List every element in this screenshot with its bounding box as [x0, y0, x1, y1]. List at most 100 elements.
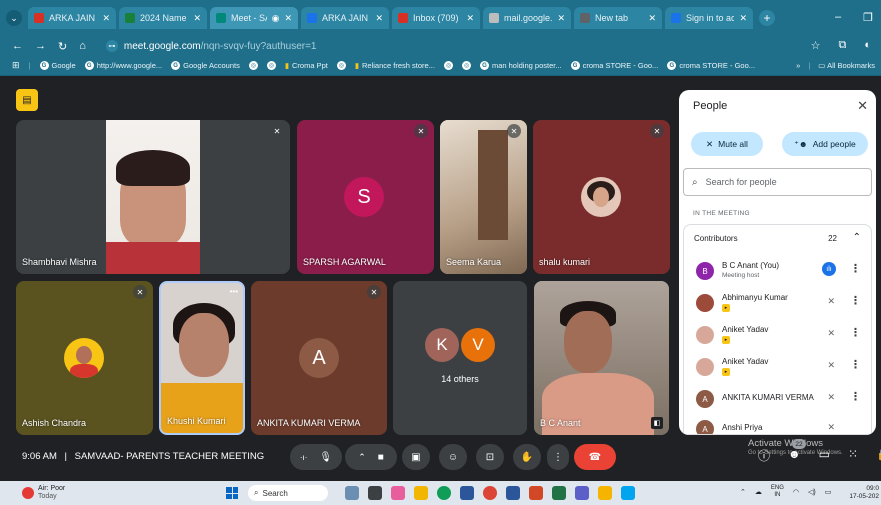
browser-tab-5[interactable]: Inbox (709) - gn ✕ — [392, 7, 480, 29]
more-vert-icon[interactable]: ⋮ — [850, 294, 861, 307]
tab-search-chevron-icon[interactable]: ⌄ — [6, 10, 22, 26]
store-icon[interactable] — [460, 486, 474, 500]
participant-row[interactable]: Abhimanyu Kumar ▸ ✕ ⋮ — [684, 287, 871, 317]
add-people-button[interactable]: ⁺☻ Add people — [782, 132, 868, 156]
tab-close-icon[interactable]: ✕ — [557, 13, 565, 24]
bookmark-item[interactable]: ▮ Croma Ppt — [285, 61, 328, 70]
participant-tile-khushi[interactable]: ••• Khushi Kumari — [159, 281, 245, 435]
more-options-button[interactable]: ⋮ — [547, 444, 569, 470]
mic-icon[interactable]: 🎙 — [319, 452, 332, 463]
bookmark-item[interactable]: ◎ — [336, 61, 346, 70]
mute-all-button[interactable]: ✕ Mute all — [691, 132, 763, 156]
tab-close-icon[interactable]: ✕ — [284, 13, 292, 24]
emoji-reactions-button[interactable]: ☺ — [439, 444, 467, 470]
more-vert-icon[interactable]: ⋮ — [850, 358, 861, 371]
captions-button[interactable]: ▣ — [402, 444, 430, 470]
bookmark-item[interactable]: Gman holding poster... — [479, 61, 562, 70]
people-search-box[interactable]: ⌕ — [683, 168, 872, 196]
participant-tile-ankita[interactable]: A ✕ ANKITA KUMARI VERMA — [251, 281, 387, 435]
info-icon[interactable]: ⓘ — [758, 447, 770, 464]
browser-tab-1[interactable]: ARKA JAIN UNIV ✕ — [28, 7, 116, 29]
all-bookmarks-button[interactable]: ▭ All Bookmarks — [818, 61, 875, 70]
browser-tab-7[interactable]: New tab ✕ — [574, 7, 662, 29]
chrome-icon[interactable] — [483, 486, 497, 500]
word-icon[interactable] — [506, 486, 520, 500]
taskbar-search[interactable]: ⌕ Search — [248, 485, 328, 501]
participant-tile-seema[interactable]: ✕ Seema Karua — [440, 120, 527, 274]
bookmark-item[interactable]: ▮ Reliance fresh store... — [355, 61, 435, 70]
tab-close-icon[interactable]: ✕ — [375, 13, 383, 24]
profile-avatar-icon[interactable]: ◐ — [864, 39, 871, 52]
people-icon[interactable]: ☻ — [788, 447, 801, 464]
powerpoint-icon[interactable] — [529, 486, 543, 500]
people-search-input[interactable] — [705, 177, 856, 187]
tab-close-icon[interactable]: ✕ — [648, 13, 656, 24]
skype-icon[interactable] — [621, 486, 635, 500]
onedrive-icon[interactable]: ☁ — [755, 488, 762, 496]
edge-icon[interactable] — [437, 486, 451, 500]
participant-tile-bc-anant[interactable]: ◧ B C Anant — [534, 281, 669, 435]
url-field[interactable]: ⊶ meet.google.com/nqn-svqv-fuy?authuser=… — [105, 40, 317, 52]
participant-row[interactable]: B B C Anant (You) Meeting host ılı ⋮ — [684, 255, 871, 285]
excel-icon[interactable] — [552, 486, 566, 500]
browser-tab-4[interactable]: ARKA JAIN UNIV ✕ — [301, 7, 389, 29]
activities-grid-icon[interactable]: ⁙ — [848, 447, 858, 464]
participant-tile-sparsh[interactable]: S ✕ SPARSH AGARWAL — [297, 120, 434, 274]
close-icon[interactable]: ✕ — [857, 98, 868, 114]
browser-tab-6[interactable]: mail.google.com ✕ — [483, 7, 571, 29]
tab-close-icon[interactable]: ✕ — [102, 13, 110, 24]
back-arrow-icon[interactable]: ← — [12, 40, 23, 52]
bookmark-item[interactable]: ◎ — [443, 61, 453, 70]
tab-close-icon[interactable]: ✕ — [466, 13, 474, 24]
bookmark-star-icon[interactable]: ☆ — [811, 39, 821, 52]
chevron-up-icon[interactable]: ⌃ — [740, 488, 746, 496]
reload-icon[interactable]: ↻ — [58, 40, 67, 53]
tile-more-options-button[interactable]: ••• — [230, 287, 238, 296]
present-screen-button[interactable]: ⊡ — [476, 444, 504, 470]
file-explorer-icon[interactable] — [414, 486, 428, 500]
copilot-icon[interactable] — [391, 486, 405, 500]
participant-row[interactable]: A Anshi Priya ✕ — [684, 413, 871, 434]
participant-row[interactable]: Aniket Yadav ▸ ✕ ⋮ — [684, 351, 871, 381]
participant-row[interactable]: Aniket Yadav ▸ ✕ ⋮ — [684, 319, 871, 349]
leave-call-button[interactable]: ☎ — [574, 444, 616, 470]
apps-grid-icon[interactable]: ⊞ — [12, 60, 20, 71]
bookmark-item[interactable]: ◎ — [461, 61, 471, 70]
camera-icon[interactable]: ■ — [378, 452, 384, 463]
browser-tab-8[interactable]: Sign in to acces ✕ — [665, 7, 753, 29]
windows-start-icon[interactable] — [226, 487, 238, 499]
bookmark-item[interactable]: ◎ — [248, 61, 258, 70]
tab-close-icon[interactable]: ✕ — [193, 13, 201, 24]
more-vert-icon[interactable]: ⋮ — [850, 390, 861, 403]
chevron-up-icon[interactable]: ⌃ — [853, 232, 861, 243]
bookmark-item[interactable]: Gcroma STORE - Goo... — [570, 61, 658, 70]
participant-tile-others[interactable]: K V 14 others — [393, 281, 527, 435]
weather-widget[interactable]: Air: Poor Today — [22, 485, 65, 501]
bookmarks-more-button[interactable]: » — [796, 61, 800, 70]
tab-close-icon[interactable]: ✕ — [739, 13, 747, 24]
participant-tile-shalu[interactable]: ✕ shalu kumari — [533, 120, 670, 274]
raise-hand-button[interactable]: ✋ — [513, 444, 541, 470]
news-widget-icon[interactable] — [345, 486, 359, 500]
home-icon[interactable]: ⌂ — [79, 40, 86, 52]
bookmark-item[interactable]: Gcroma STORE - Goo... — [667, 61, 755, 70]
browser-tab-meet[interactable]: Meet - SAM ◉ ✕ — [210, 7, 298, 29]
site-info-icon[interactable]: ⊶ — [105, 40, 118, 52]
more-vert-icon[interactable]: ⋮ — [850, 262, 861, 275]
new-tab-plus-icon[interactable]: + — [759, 10, 775, 26]
sticky-notes-icon[interactable] — [598, 486, 612, 500]
bookmark-item[interactable]: Ghttp://www.google... — [84, 61, 162, 70]
extensions-icon[interactable]: ⧉ — [838, 39, 846, 52]
participant-tile-ashish[interactable]: ✕ Ashish Chandra — [16, 281, 153, 435]
bookmark-item[interactable]: G Google Accounts — [171, 61, 240, 70]
chevron-up-icon[interactable]: ⌃ — [358, 452, 366, 463]
wifi-icon[interactable]: ◠ — [793, 488, 799, 496]
chat-icon[interactable]: ▭ — [819, 447, 830, 464]
bookmark-item[interactable]: ◎ — [266, 61, 276, 70]
teams-icon[interactable] — [575, 486, 589, 500]
more-vert-icon[interactable]: ⋮ — [850, 326, 861, 339]
participant-row[interactable]: A ANKITA KUMARI VERMA ✕ ⋮ — [684, 383, 871, 413]
activities-button[interactable]: ▤ — [16, 89, 38, 111]
participant-tile-shambhavi[interactable]: ✕ Shambhavi Mishra — [16, 120, 290, 274]
language-indicator[interactable]: ENG IN — [771, 485, 784, 499]
